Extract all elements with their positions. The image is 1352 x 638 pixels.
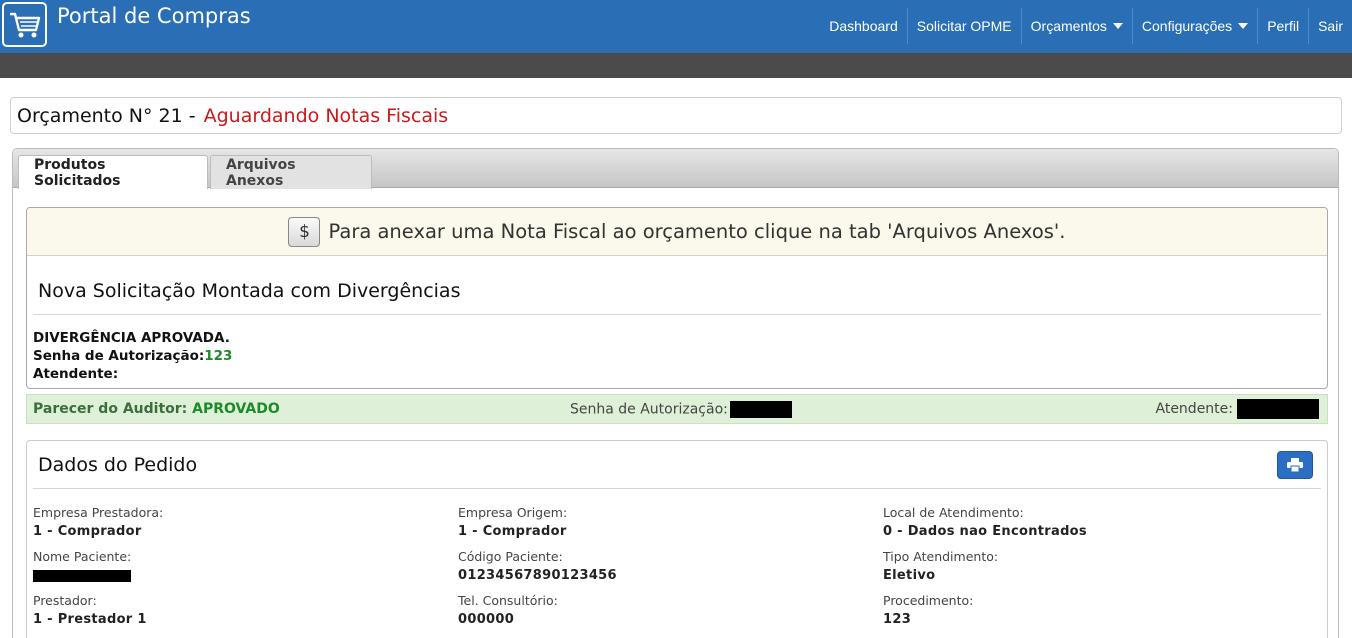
alert-text: Para anexar uma Nota Fiscal ao orçamento… [328,220,1066,243]
top-navbar: Portal de Compras Dashboard Solicitar OP… [0,0,1352,53]
status-text: Aguardando Notas Fiscais [203,104,449,127]
caret-down-icon [1238,23,1249,29]
field-empresa-prestadora: Empresa Prestadora: 1 - Comprador [33,505,163,539]
divider [33,488,1321,489]
field-label: Código Paciente: [458,549,563,564]
field-label: Local de Atendimento: [883,505,1024,520]
parecer-senha-label: Senha de Autorização: [570,401,728,417]
divider [33,314,1321,315]
brand-title[interactable]: Portal de Compras [57,4,251,28]
field-label: Nome Paciente: [33,549,132,564]
nav-orcamentos-label: Orçamentos [1030,18,1107,34]
field-value: 000000 [458,612,515,627]
senha-label: Senha de Autorização: [33,348,205,364]
field-empresa-origem: Empresa Origem: 1 - Comprador [458,505,567,539]
divergencia-status: DIVERGÊNCIA APROVADA. [33,330,230,346]
solicitacao-panel: $ Para anexar uma Nota Fiscal ao orçamen… [26,207,1328,389]
field-value: 1 - Comprador [33,524,142,539]
nav-configuracoes[interactable]: Configurações [1131,8,1257,44]
nav-dashboard[interactable]: Dashboard [820,8,907,44]
redacted-senha [729,400,792,418]
sub-navbar [0,53,1352,78]
nav-solicitar-opme[interactable]: Solicitar OPME [906,8,1021,44]
parecer-atendente-label: Atendente: [1155,401,1234,417]
printer-icon [1287,458,1303,472]
page-title-box: Orçamento N° 21 - Aguardando Notas Fisca… [10,97,1342,134]
field-nome-paciente: Nome Paciente: [33,549,131,583]
field-procedimento: Procedimento: 123 [883,593,973,627]
atendente-label: Atendente: [33,366,119,382]
nav-perfil[interactable]: Perfil [1257,8,1308,44]
field-value: 1 - Prestador 1 [33,612,147,627]
dados-title: Dados do Pedido [38,454,198,476]
field-label: Procedimento: [883,593,974,608]
field-label: Empresa Prestadora: [33,505,164,520]
tabs-header: Produtos Solicitados Arquivos Anexos [13,149,1338,189]
parecer-auditor: Parecer do Auditor: APROVADO [33,401,280,417]
dollar-document-icon: $ [288,216,321,247]
shopping-cart-icon[interactable] [2,2,47,47]
nav-sair[interactable]: Sair [1308,8,1352,44]
main-nav: Dashboard Solicitar OPME Orçamentos Conf… [820,8,1352,44]
tab-produtos-solicitados[interactable]: Produtos Solicitados [18,155,208,189]
info-alert: $ Para anexar uma Nota Fiscal ao orçamen… [27,208,1327,256]
senha-value: 123 [204,348,233,364]
parecer-atendente: Atendente: [1155,399,1319,419]
parecer-value: APROVADO [192,401,280,417]
field-value: Eletivo [883,568,936,583]
caret-down-icon [1112,23,1123,29]
tab-arquivos-anexos[interactable]: Arquivos Anexos [210,155,372,189]
field-value: 01234567890123456 [458,568,617,583]
field-value: 123 [883,612,912,627]
page-title: Orçamento N° 21 - [17,104,196,127]
field-label: Prestador: [33,593,97,608]
field-local-atendimento: Local de Atendimento: 0 - Dados nao Enco… [883,505,1087,539]
field-tipo-atendimento: Tipo Atendimento: Eletivo [883,549,998,583]
parecer-senha: Senha de Autorização: [570,400,792,418]
field-label: Tel. Consultório: [458,593,558,608]
field-codigo-paciente: Código Paciente: 01234567890123456 [458,549,617,583]
field-prestador: Prestador: 1 - Prestador 1 [33,593,147,627]
field-value [33,568,131,583]
parecer-label: Parecer do Auditor: [33,401,188,417]
parecer-bar: Parecer do Auditor: APROVADO Senha de Au… [26,394,1328,424]
field-tel-consultorio: Tel. Consultório: 000000 [458,593,558,627]
field-value: 0 - Dados nao Encontrados [883,524,1087,539]
redacted-nome-paciente [33,569,131,582]
divergencia-info: DIVERGÊNCIA APROVADA. Senha de Autorizaç… [33,329,232,383]
nav-configuracoes-label: Configurações [1141,18,1233,34]
solicitacao-heading: Nova Solicitação Montada com Divergência… [38,280,461,302]
senha-line: Senha de Autorização:123 [33,347,232,365]
dados-pedido-panel: Dados do Pedido Empresa Prestadora: 1 - … [26,440,1328,638]
field-label: Tipo Atendimento: [883,549,999,564]
field-label: Empresa Origem: [458,505,568,520]
tabs-container: Produtos Solicitados Arquivos Anexos $ P… [12,148,1339,638]
field-value: 1 - Comprador [458,524,567,539]
redacted-atendente [1237,399,1319,419]
print-button[interactable] [1277,451,1313,479]
nav-orcamentos[interactable]: Orçamentos [1020,8,1132,44]
